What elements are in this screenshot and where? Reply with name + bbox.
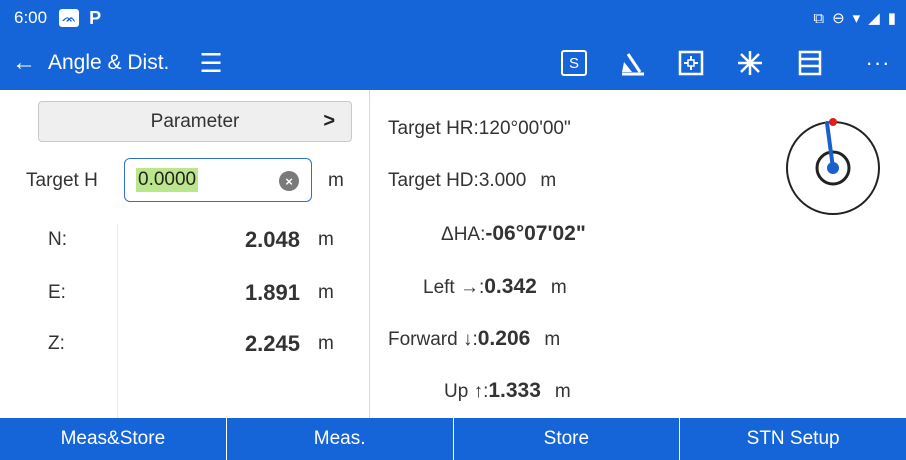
signal-icon: ◢: [868, 10, 880, 27]
status-time: 6:00: [14, 8, 48, 27]
bottom-action-bar: Meas&Store Meas. Store STN Setup: [0, 418, 906, 460]
cast-icon: ⧉: [813, 9, 825, 27]
column-divider: [117, 224, 118, 418]
notification-p-icon: P: [89, 7, 102, 28]
dnd-icon: ⊖: [832, 10, 845, 27]
left-panel: Parameter > Target H 0.0000 × m N: 2.048…: [0, 90, 370, 418]
target-hd-label: Target HD:: [388, 170, 479, 191]
clear-icon[interactable]: ×: [279, 171, 299, 191]
store-button[interactable]: Store: [454, 418, 681, 460]
forward-offset-unit: m: [544, 329, 561, 350]
target-hd-line: Target HD:3.000 m: [388, 170, 556, 192]
delta-ha-label: ΔHA:: [441, 224, 486, 245]
measure-tool-icon[interactable]: [613, 36, 653, 90]
target-h-value: 0.0000: [136, 168, 199, 192]
z-unit: m: [318, 333, 334, 354]
data-list-icon[interactable]: [790, 36, 830, 90]
s-label: S: [561, 50, 587, 76]
n-unit: m: [318, 229, 334, 250]
e-unit: m: [318, 282, 334, 303]
delta-ha-value: -06°07'02": [485, 222, 586, 245]
back-arrow-icon[interactable]: ←: [4, 49, 44, 77]
app-bar: ← Angle & Dist. ☰ S ···: [0, 36, 906, 90]
target-box-icon[interactable]: [671, 36, 711, 90]
forward-offset-value: 0.206: [477, 327, 531, 350]
target-hd-value: 3.000: [478, 170, 527, 191]
target-hr-text: Target HR:120°00'00": [388, 118, 571, 139]
z-value: 2.245: [244, 331, 300, 356]
status-bar: 6:00 ᨏ P ⧉ ⊖ ▾ ◢ ▮: [0, 0, 906, 36]
z-label: Z:: [48, 333, 65, 354]
more-options-icon[interactable]: ···: [858, 36, 898, 90]
meas-button[interactable]: Meas.: [227, 418, 454, 460]
parameter-label: Parameter: [150, 110, 240, 132]
meas-store-button[interactable]: Meas&Store: [0, 418, 227, 460]
laser-icon[interactable]: [730, 36, 770, 90]
status-system-icons: ⧉ ⊖ ▾ ◢ ▮: [813, 0, 896, 36]
left-offset-label: Left →:: [423, 277, 485, 298]
target-h-input[interactable]: 0.0000 ×: [124, 158, 312, 202]
n-value: 2.048: [244, 227, 300, 252]
chevron-right-icon: >: [323, 110, 335, 132]
notification-app-icon: ᨏ: [59, 9, 80, 27]
hamburger-menu-icon[interactable]: ☰: [199, 50, 222, 76]
s-toggle-button[interactable]: S: [554, 36, 594, 90]
target-hr-line: Target HR:120°00'00": [388, 118, 571, 140]
left-offset-line: Left →:0.342 m: [423, 275, 567, 299]
e-value: 1.891: [244, 280, 300, 305]
parameter-button[interactable]: Parameter >: [38, 101, 352, 142]
e-label: E:: [48, 282, 66, 303]
up-offset-label: Up ↑:: [444, 381, 489, 402]
forward-offset-label: Forward ↓:: [388, 329, 478, 350]
compass-icon: [786, 118, 880, 215]
stn-setup-button[interactable]: STN Setup: [680, 418, 906, 460]
left-offset-unit: m: [550, 277, 567, 298]
n-label: N:: [48, 229, 67, 250]
left-offset-value: 0.342: [484, 275, 537, 298]
target-hd-unit: m: [540, 170, 557, 191]
page-title: Angle & Dist.: [48, 51, 170, 74]
wifi-icon: ▾: [852, 10, 861, 27]
battery-icon: ▮: [887, 10, 896, 27]
target-h-unit: m: [328, 170, 344, 191]
right-panel: Target HR:120°00'00" Target HD:3.000 m ΔH…: [371, 90, 906, 418]
up-offset-unit: m: [554, 381, 571, 402]
up-offset-value: 1.333: [488, 379, 541, 402]
forward-offset-line: Forward ↓:0.206 m: [388, 327, 560, 351]
up-offset-line: Up ↑:1.333 m: [444, 379, 571, 403]
delta-ha-line: ΔHA:-06°07'02": [441, 222, 586, 246]
target-h-label: Target H: [26, 170, 98, 191]
